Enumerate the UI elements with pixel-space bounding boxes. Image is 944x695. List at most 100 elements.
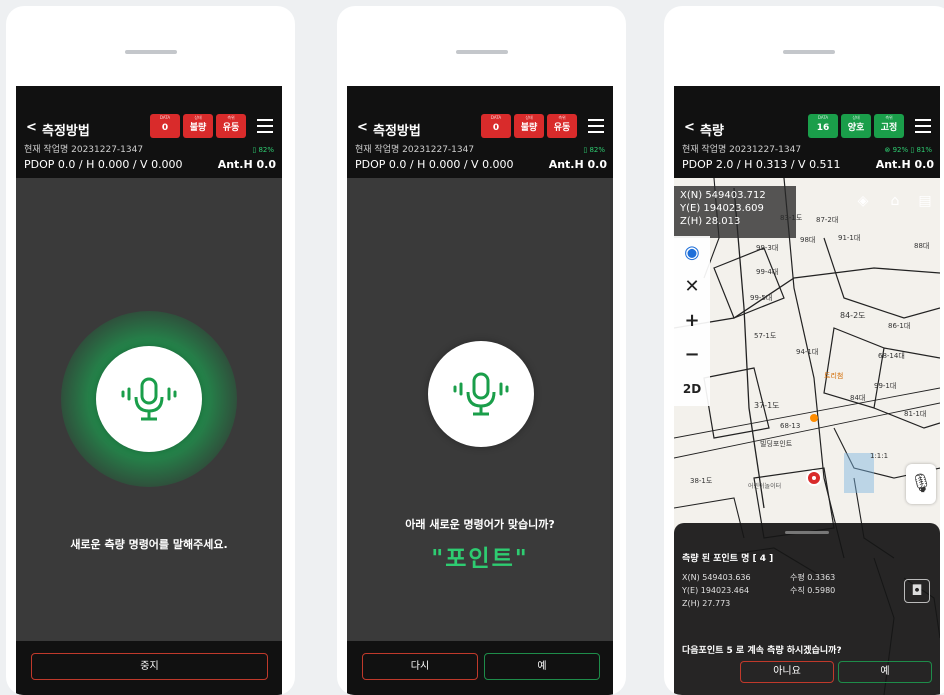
map-label: 트리첨 [824, 371, 843, 380]
stop-button[interactable]: 중지 [31, 653, 268, 680]
map-label: 68-13 [780, 422, 800, 430]
data-count-badge: DATA 16 [808, 114, 838, 138]
sheet-title: 측량 된 포인트 명 [ 4 ] [682, 554, 774, 564]
battery-level: ▯ 82% [583, 146, 605, 154]
poi-marker [810, 414, 818, 422]
map-label: 87-2대 [816, 216, 838, 224]
footer-bar: 다시 예 [347, 641, 613, 695]
microphone-button[interactable] [428, 341, 534, 447]
map-type-icon[interactable]: ⌂ [884, 190, 906, 212]
back-chevron-icon[interactable]: < [684, 120, 695, 135]
top-bar: < 측정방법 DATA 0 상태 불량 측위 유동 현재 작업명 20231227-1… [347, 86, 613, 178]
map-label: 1:1:1 [870, 452, 888, 460]
job-name: 현재 작업명 20231227-1347 [24, 145, 144, 155]
top-bar: < 측량 DATA 16 상태 양호 측위 고정 현재 작업명 20231227-13… [674, 86, 940, 178]
camera-icon[interactable]: ◘ [904, 579, 930, 603]
hamburger-menu-icon[interactable] [257, 119, 273, 137]
no-button[interactable]: 아니요 [740, 661, 834, 683]
hamburger-menu-icon[interactable] [915, 119, 931, 137]
yes-button[interactable]: 예 [484, 653, 600, 680]
map-label: 84대 [850, 394, 865, 402]
map-label: 88대 [914, 242, 929, 250]
recognized-command: "포인트" [431, 546, 529, 572]
phone-screen: ↓ < 측정방법 DATA0 상태불량 측위유동 현재 작업명 20231227… [16, 86, 282, 695]
back-chevron-icon[interactable]: < [357, 120, 368, 135]
point-deviation: 수평 0.3363 수직 0.5980 [790, 573, 836, 595]
map-label: 57-1도 [754, 332, 777, 340]
status-badges: DATA 0 상태 불량 측위 유동 [481, 114, 577, 138]
antenna-height: Ant.H 0.0 [875, 158, 934, 171]
fix-badge: 측위 유동 [216, 114, 246, 138]
job-name: 현재 작업명 20231227-1347 [355, 145, 475, 155]
microphone-button[interactable] [96, 346, 202, 452]
drag-handle[interactable] [782, 50, 835, 54]
map-label: 99-4대 [756, 268, 778, 276]
point-coords: X(N) 549403.636 Y(E) 194023.464 Z(H) 27.… [682, 573, 751, 608]
map-label: 84-2도 [840, 311, 866, 320]
map-label: 37-1도 [754, 401, 780, 410]
screen-card-confirm: < 측정방법 DATA 0 상태 불량 측위 유동 현재 작업명 20231227-1… [337, 6, 626, 695]
map-label: 99-1대 [874, 382, 896, 390]
page-title: 측정방법 [373, 124, 421, 139]
map-label: 38-1도 [690, 477, 713, 485]
job-name: 현재 작업명 20231227-1347 [682, 145, 802, 155]
zoom-in-button[interactable]: + [674, 304, 710, 338]
page-title: 측량 [700, 124, 724, 139]
state-badge: 상태 불량 [183, 114, 213, 138]
map-controls: ◉ ✕ + − 2D [674, 236, 710, 406]
battery-level: ⊗ 92% ▯ 81% [884, 146, 932, 154]
point-result-sheet: 측량 된 포인트 명 [ 4 ] X(N) 549403.636 Y(E) 19… [674, 523, 940, 695]
screen-card-survey: 99-3대 98대 99-4대 99-5대 57-1도 94-1대 84-2도 … [664, 6, 944, 695]
state-badge: 상태 양호 [841, 114, 871, 138]
drag-handle[interactable] [124, 50, 177, 54]
page-title: 측정방법 [42, 124, 90, 139]
data-count-badge: DATA 0 [481, 114, 511, 138]
data-count-badge: DATA 0 [150, 114, 180, 138]
screen-card-listening: ↓ < 측정방법 DATA0 상태불량 측위유동 현재 작업명 20231227… [6, 6, 295, 695]
map-label: 94-1대 [796, 348, 818, 356]
pdop-readout: PDOP 0.0 / H 0.000 / V 0.000 [355, 158, 514, 171]
retry-button[interactable]: 다시 [362, 653, 478, 680]
yes-button[interactable]: 예 [838, 661, 932, 683]
sheet-handle[interactable] [785, 531, 829, 534]
battery-level: ▯ 82% [252, 146, 274, 154]
microphone-icon [121, 377, 177, 421]
view-mode-button[interactable]: 2D [674, 372, 710, 406]
microphone-icon [453, 372, 509, 416]
footer-bar: 중지 [16, 641, 282, 695]
pdop-readout: PDOP 0.0 / H 0.000 / V 0.000 [24, 158, 183, 171]
confirm-prompt: 아래 새로운 명령어가 맞습니까? [405, 518, 555, 531]
fix-badge: 측위 유동 [547, 114, 577, 138]
map-label: 99-3대 [756, 244, 778, 252]
locate-icon[interactable]: ◉ [674, 236, 710, 270]
map-label: 81-1대 [904, 410, 926, 418]
map-label: 빌딩포인트 [760, 439, 793, 448]
voice-command-icon[interactable]: 🎙 [906, 464, 936, 504]
status-badges: DATA 0 상태 불량 측위 유동 [150, 114, 246, 138]
layers-icon[interactable]: ◈ [852, 190, 874, 212]
zoom-out-button[interactable]: − [674, 338, 710, 372]
back-chevron-icon[interactable]: < [26, 120, 37, 135]
antenna-height: Ant.H 0.0 [548, 158, 607, 171]
top-bar: < 측정방법 DATA 0 상태 불량 측위 유동 현재 작업명 20231227-1… [16, 86, 282, 178]
state-badge: 상태 불량 [514, 114, 544, 138]
drag-handle[interactable] [455, 50, 508, 54]
phone-screen: 99-3대 98대 99-4대 99-5대 57-1도 94-1대 84-2도 … [674, 86, 940, 695]
map-label: 99-5대 [750, 294, 772, 302]
phone-screen: < 측정방법 DATA 0 상태 불량 측위 유동 현재 작업명 20231227-1… [347, 86, 613, 695]
fit-extent-icon[interactable]: ✕ [674, 270, 710, 304]
status-badges: DATA 16 상태 양호 측위 고정 [808, 114, 904, 138]
coord-z: Z(H) 28.013 [680, 216, 741, 227]
map-label: 91-1대 [838, 234, 860, 242]
antenna-height: Ant.H 0.0 [217, 158, 276, 171]
continue-question: 다음포인트 5 로 계속 측량 하시겠습니까? [682, 646, 842, 656]
list-icon[interactable]: ▤ [914, 190, 936, 212]
pdop-readout: PDOP 2.0 / H 0.313 / V 0.511 [682, 158, 841, 171]
coord-y: Y(E) 194023.609 [680, 203, 764, 214]
map-label: 98대 [800, 236, 815, 244]
current-coordinates: X(N) 549403.712 Y(E) 194023.609 Z(H) 28.… [674, 186, 796, 238]
fix-badge: 측위 고정 [874, 114, 904, 138]
map-label: 86-1대 [888, 322, 910, 330]
hamburger-menu-icon[interactable] [588, 119, 604, 137]
voice-prompt: 새로운 측량 명령어를 말해주세요. [70, 538, 228, 551]
